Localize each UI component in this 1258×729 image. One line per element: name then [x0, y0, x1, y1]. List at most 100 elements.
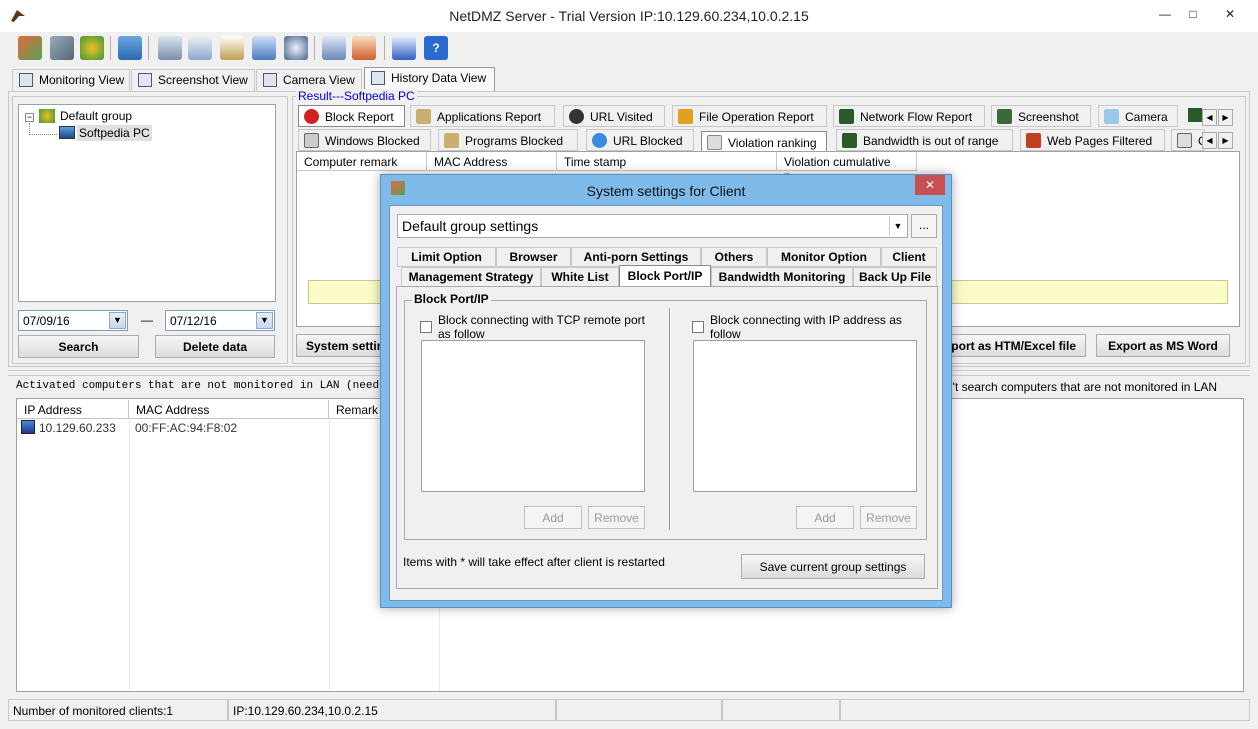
add-ip-button[interactable]: Add — [796, 506, 854, 529]
add-port-button[interactable]: Add — [524, 506, 582, 529]
chevron-down-icon[interactable]: ▼ — [109, 312, 126, 329]
tab-label: Network Flow Report — [860, 110, 973, 124]
report-icon[interactable] — [322, 36, 346, 60]
dialog-close-button[interactable]: ✕ — [915, 175, 945, 195]
column-header[interactable]: IP Address — [17, 400, 129, 419]
tab-white-list[interactable]: White List — [541, 267, 619, 287]
tab-partial[interactable]: C — [1171, 129, 1205, 151]
remove-ip-button[interactable]: Remove — [860, 506, 917, 529]
more-options-button[interactable]: ... — [911, 214, 937, 238]
divider — [669, 308, 671, 530]
maximize-button[interactable]: □ — [1180, 4, 1206, 24]
lan-info-text: Activated computers that are not monitor… — [16, 380, 419, 392]
group-tree: − Default group Softpedia PC — [18, 104, 276, 302]
export-htm-button[interactable]: port as HTM/Excel file — [940, 334, 1086, 357]
cart-icon[interactable] — [392, 36, 416, 60]
window-icon — [304, 133, 319, 148]
tab-scroll-right-button[interactable]: ▶ — [1218, 132, 1233, 149]
tab-violation-ranking[interactable]: Violation ranking — [701, 131, 827, 153]
tab-back-up-file[interactable]: Back Up File — [853, 267, 937, 287]
date-from-picker[interactable]: 07/09/16 ▼ — [18, 310, 128, 331]
tab-network-flow-report[interactable]: Network Flow Report — [833, 105, 985, 127]
key-icon[interactable] — [118, 36, 142, 60]
user-card-icon[interactable] — [352, 36, 376, 60]
computers-icon[interactable] — [18, 36, 42, 60]
column-header[interactable]: MAC Address — [129, 400, 329, 419]
tree-pc-label[interactable]: Softpedia PC — [77, 125, 152, 141]
minimize-button[interactable]: — — [1152, 4, 1178, 24]
tab-scroll-left-button[interactable]: ◀ — [1202, 132, 1217, 149]
settings-icon[interactable] — [50, 36, 74, 60]
tab-url-blocked[interactable]: URL Blocked — [586, 129, 694, 151]
help-icon[interactable]: ? — [424, 36, 448, 60]
tab-programs-blocked[interactable]: Programs Blocked — [438, 129, 578, 151]
disk-icon[interactable] — [284, 36, 308, 60]
column-header[interactable]: Computer remark — [297, 152, 427, 171]
lan-search-option[interactable]: n't search computers that are not monito… — [946, 380, 1217, 394]
tab-file-operation-report[interactable]: File Operation Report — [672, 105, 827, 127]
screenshot-icon — [997, 109, 1012, 124]
column-header[interactable]: Time stamp — [557, 152, 777, 171]
tab-block-report[interactable]: Block Report — [298, 105, 405, 127]
tab-windows-blocked[interactable]: Windows Blocked — [298, 129, 431, 151]
ip-address-list[interactable] — [693, 340, 917, 492]
tab-camera-view[interactable]: Camera View — [256, 69, 362, 91]
tab-anti-porn-settings[interactable]: Anti-porn Settings — [571, 247, 701, 267]
tcp-port-checkbox[interactable] — [420, 321, 432, 333]
tab-bandwidth-monitoring[interactable]: Bandwidth Monitoring — [711, 267, 853, 287]
date-to-picker[interactable]: 07/12/16 ▼ — [165, 310, 275, 331]
tab-browser[interactable]: Browser — [496, 247, 571, 267]
tab-block-port-ip[interactable]: Block Port/IP — [619, 265, 711, 287]
tab-scroll-left-button[interactable]: ◀ — [1202, 109, 1217, 126]
pc-icon — [59, 126, 75, 139]
tab-label: History Data View — [391, 71, 487, 85]
status-pane — [722, 699, 840, 721]
tab-label: Block Report — [325, 110, 394, 124]
tab-url-visited[interactable]: URL Visited — [563, 105, 665, 127]
collapse-toggle[interactable]: − — [25, 113, 34, 122]
tab-screenshot[interactable]: Screenshot — [991, 105, 1091, 127]
chevron-down-icon[interactable]: ▼ — [889, 216, 906, 236]
tab-camera[interactable]: Camera — [1098, 105, 1178, 127]
mail-icon[interactable] — [188, 36, 212, 60]
tab-scroll-right-button[interactable]: ▶ — [1218, 109, 1233, 126]
tab-label: Screenshot — [1018, 110, 1079, 124]
search-doc-icon[interactable] — [220, 36, 244, 60]
search-button[interactable]: Search — [18, 335, 139, 358]
tcp-port-list[interactable] — [421, 340, 645, 492]
tab-limit-option[interactable]: Limit Option — [397, 247, 496, 267]
export-word-button[interactable]: Export as MS Word — [1096, 334, 1230, 357]
close-window-button[interactable]: ✕ — [1207, 4, 1253, 24]
remove-port-button[interactable]: Remove — [588, 506, 645, 529]
column-header[interactable]: MAC Address — [427, 152, 557, 171]
monitoring-icon — [19, 73, 33, 87]
url-icon — [569, 109, 584, 124]
tab-monitor-option[interactable]: Monitor Option — [767, 247, 881, 267]
tab-bandwidth-out-of-range[interactable]: Bandwidth is out of range — [836, 129, 1013, 151]
pc-icon — [21, 420, 35, 434]
table-row[interactable]: 10.129.60.233 00:FF:AC:94:F8:02 — [17, 420, 437, 436]
ip-address-checkbox[interactable] — [692, 321, 704, 333]
group-title: Block Port/IP — [412, 292, 491, 306]
column-header[interactable]: Violation cumulative n... — [777, 152, 917, 183]
network-flow-icon — [839, 109, 854, 124]
save-group-settings-button[interactable]: Save current group settings — [741, 554, 925, 579]
chevron-down-icon[interactable]: ▼ — [256, 312, 273, 329]
delete-data-button[interactable]: Delete data — [155, 335, 275, 358]
toolbar-separator — [314, 36, 315, 60]
tab-client[interactable]: Client — [881, 247, 937, 267]
tab-monitoring-view[interactable]: Monitoring View — [12, 69, 130, 91]
tab-management-strategy[interactable]: Management Strategy — [401, 267, 541, 287]
tab-applications-report[interactable]: Applications Report — [410, 105, 555, 127]
tab-web-pages-filtered[interactable]: Web Pages Filtered — [1020, 129, 1165, 151]
monitor-icon[interactable] — [158, 36, 182, 60]
users-icon[interactable] — [80, 36, 104, 60]
tab-others[interactable]: Others — [701, 247, 767, 267]
tree-group-label[interactable]: Default group — [60, 109, 132, 123]
network-icon[interactable] — [252, 36, 276, 60]
tcp-port-label: Block connecting with TCP remote port as… — [438, 313, 645, 341]
tab-screenshot-view[interactable]: Screenshot View — [131, 69, 255, 91]
tab-history-data-view[interactable]: History Data View — [364, 67, 495, 91]
group-settings-select[interactable]: Default group settings ▼ — [397, 214, 908, 238]
tree-line — [29, 134, 57, 135]
